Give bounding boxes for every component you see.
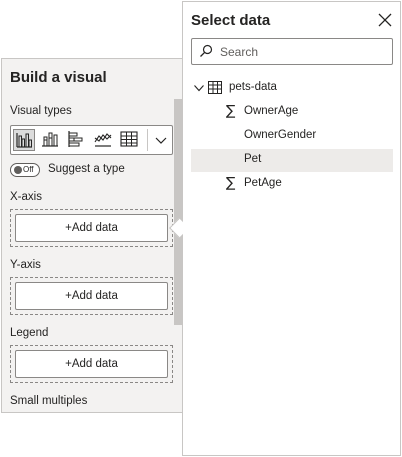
sigma-icon: ∑ <box>226 103 236 119</box>
search-icon <box>199 44 213 58</box>
search-box[interactable] <box>191 38 393 65</box>
visual-types-separator <box>147 129 148 151</box>
visual-builder-root: Build a visual Visual types Off Suggest … <box>0 0 402 457</box>
build-visual-title: Build a visual <box>10 69 107 86</box>
field-pet-age[interactable]: ∑ PetAge <box>191 173 393 196</box>
visual-types-label: Visual types <box>10 105 72 117</box>
y-axis-label: Y-axis <box>10 259 41 271</box>
legend-label: Legend <box>10 327 49 339</box>
select-data-panel: Select data Search pets-data ∑ OwnerAge … <box>182 1 401 456</box>
suggest-type-label: Suggest a type <box>48 163 125 175</box>
clustered-column-chart-icon[interactable] <box>13 129 35 151</box>
build-visual-panel: Build a visual Visual types Off Suggest … <box>1 58 182 413</box>
table-icon <box>208 81 222 97</box>
table-icon[interactable] <box>119 129 141 151</box>
chevron-down-icon[interactable] <box>193 82 205 97</box>
legend-add-data-button[interactable]: +Add data <box>15 350 168 378</box>
table-name: pets-data <box>229 81 277 93</box>
visual-types-picker <box>10 125 173 155</box>
stacked-bar-chart-icon[interactable] <box>66 129 88 151</box>
x-axis-label: X-axis <box>10 191 42 203</box>
field-label: PetAge <box>244 177 282 189</box>
field-pet[interactable]: Pet <box>191 149 393 172</box>
column-chart-icon[interactable] <box>40 129 62 151</box>
chevron-down-icon[interactable] <box>151 129 171 151</box>
select-data-title: Select data <box>191 12 271 29</box>
legend-drop-zone[interactable]: +Add data <box>10 345 173 383</box>
line-chart-icon[interactable] <box>93 129 115 151</box>
toggle-state-label: Off <box>23 165 34 174</box>
sigma-icon: ∑ <box>226 175 236 191</box>
field-label: OwnerAge <box>244 105 299 117</box>
tree-table-pets-data[interactable]: pets-data <box>191 77 393 100</box>
x-axis-drop-zone[interactable]: +Add data <box>10 209 173 247</box>
field-owner-age[interactable]: ∑ OwnerAge <box>191 101 393 124</box>
y-axis-drop-zone[interactable]: +Add data <box>10 277 173 315</box>
suggest-type-toggle[interactable]: Off <box>10 163 40 177</box>
toggle-knob <box>14 166 22 174</box>
y-axis-add-data-button[interactable]: +Add data <box>15 282 168 310</box>
field-label: Pet <box>244 153 262 165</box>
close-icon[interactable] <box>377 12 393 28</box>
x-axis-add-data-button[interactable]: +Add data <box>15 214 168 242</box>
field-label: OwnerGender <box>244 129 317 141</box>
search-input[interactable] <box>220 42 388 61</box>
small-multiples-label: Small multiples <box>10 395 88 407</box>
field-owner-gender[interactable]: OwnerGender <box>191 125 393 148</box>
scrollbar[interactable] <box>174 99 182 325</box>
